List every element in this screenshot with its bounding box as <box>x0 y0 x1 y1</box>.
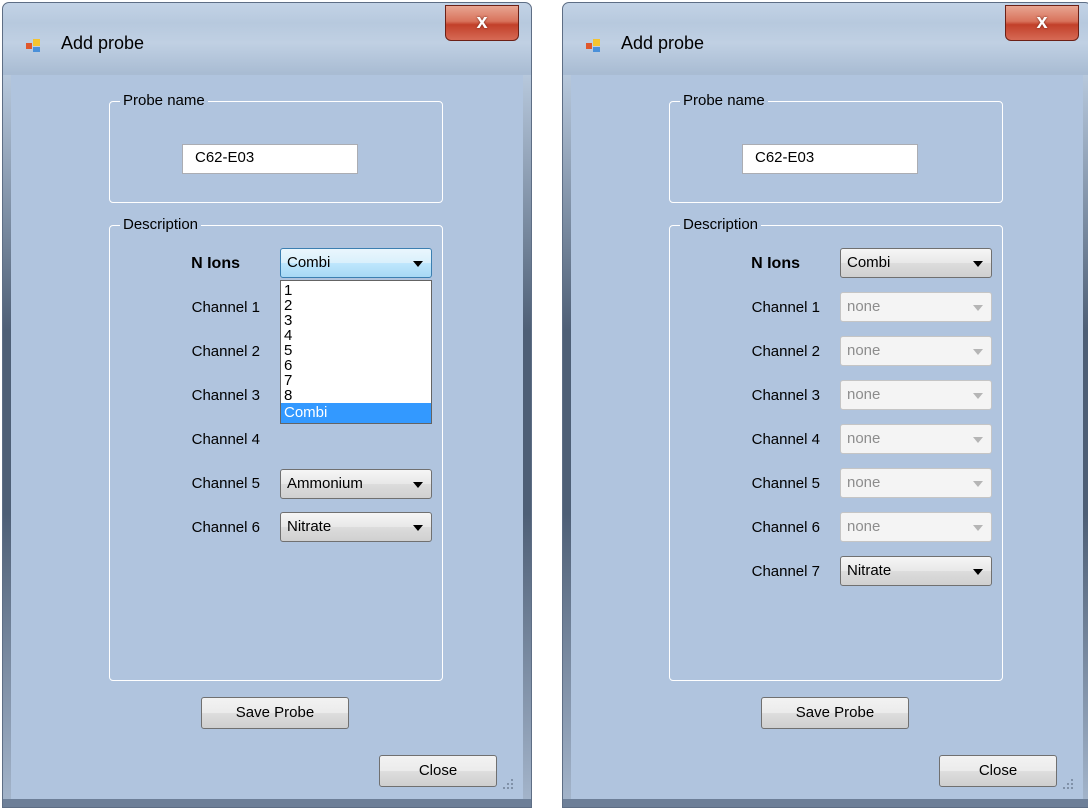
app-form-icon <box>26 39 40 52</box>
channel-4-value: none <box>847 430 881 447</box>
window-frame <box>3 75 11 807</box>
channel-1-value: none <box>847 298 881 315</box>
app-form-icon <box>586 39 600 52</box>
channel-5-label: Channel 5 <box>191 475 260 492</box>
window-frame <box>523 75 531 807</box>
save-probe-button[interactable]: Save Probe <box>201 697 349 729</box>
close-window-button[interactable]: x <box>1005 5 1079 41</box>
add-probe-window-left: Add probe x Probe name C62-E03 Descripti… <box>2 2 532 808</box>
channel-5-combo[interactable]: Ammonium <box>280 469 432 499</box>
probe-name-group-label: Probe name <box>120 92 208 110</box>
n-ions-combo[interactable]: Combi <box>840 248 992 278</box>
channel-2-combo: none <box>840 336 992 366</box>
chevron-down-icon[interactable] <box>413 261 423 267</box>
n-ions-combo[interactable]: Combi <box>280 248 432 278</box>
resize-grip-icon[interactable] <box>503 779 513 789</box>
channel-2-label: Channel 2 <box>191 343 260 360</box>
dialog-client-area: Probe name C62-E03 Description N Ions Co… <box>571 75 1083 799</box>
probe-name-group: Probe name C62-E03 <box>669 92 1003 203</box>
channel-6-combo: none <box>840 512 992 542</box>
chevron-down-icon[interactable] <box>973 569 983 575</box>
chevron-down-icon <box>973 305 983 311</box>
description-group: Description N Ions Combi Channel 1 Chann… <box>109 216 443 681</box>
probe-name-group: Probe name C62-E03 <box>109 92 443 203</box>
channel-5-label: Channel 5 <box>751 475 820 492</box>
channel-6-combo[interactable]: Nitrate <box>280 512 432 542</box>
dialog-client-area: Probe name C62-E03 Description N Ions Co… <box>11 75 523 799</box>
save-probe-button[interactable]: Save Probe <box>761 697 909 729</box>
dropdown-option[interactable]: 5 <box>281 343 431 358</box>
channel-5-value: Ammonium <box>287 475 363 492</box>
title-bar[interactable]: Add probe x <box>563 3 1088 75</box>
channel-3-label: Channel 3 <box>751 387 820 404</box>
channel-6-label: Channel 6 <box>191 519 260 536</box>
n-ions-value: Combi <box>287 254 331 271</box>
channel-1-label: Channel 1 <box>191 299 260 316</box>
chevron-down-icon <box>973 437 983 443</box>
dropdown-option[interactable]: 6 <box>281 358 431 373</box>
dropdown-option[interactable]: 8 <box>281 388 431 403</box>
channel-2-value: none <box>847 342 881 359</box>
chevron-down-icon <box>973 481 983 487</box>
n-ions-dropdown-list[interactable]: 1 2 3 4 5 6 7 8 Combi <box>280 280 432 424</box>
dropdown-option[interactable]: 4 <box>281 328 431 343</box>
chevron-down-icon[interactable] <box>413 482 423 488</box>
channel-4-label: Channel 4 <box>751 431 820 448</box>
window-frame <box>1083 75 1088 807</box>
channel-2-label: Channel 2 <box>751 343 820 360</box>
channel-3-combo: none <box>840 380 992 410</box>
window-frame <box>563 799 1088 807</box>
window-title: Add probe <box>621 33 705 53</box>
channel-4-combo: none <box>840 424 992 454</box>
add-probe-window-right: Add probe x Probe name C62-E03 Descripti… <box>562 2 1088 808</box>
n-ions-label: N Ions <box>751 255 800 272</box>
window-frame <box>3 799 531 807</box>
resize-grip-icon[interactable] <box>1063 779 1073 789</box>
probe-name-group-label: Probe name <box>680 92 768 110</box>
dropdown-option-selected[interactable]: Combi <box>281 403 431 423</box>
n-ions-value: Combi <box>847 254 891 271</box>
channel-7-value: Nitrate <box>847 562 892 579</box>
probe-name-input[interactable]: C62-E03 <box>742 144 918 174</box>
dropdown-option[interactable]: 1 <box>281 283 431 298</box>
channel-5-combo: none <box>840 468 992 498</box>
window-title: Add probe <box>61 33 145 53</box>
channel-6-value: Nitrate <box>287 518 332 535</box>
channel-4-label: Channel 4 <box>191 431 260 448</box>
description-group-label: Description <box>680 216 762 234</box>
channel-7-combo[interactable]: Nitrate <box>840 556 992 586</box>
chevron-down-icon <box>973 349 983 355</box>
description-group: Description N Ions Combi Channel 1 none … <box>669 216 1003 681</box>
chevron-down-icon[interactable] <box>413 525 423 531</box>
chevron-down-icon <box>973 525 983 531</box>
close-button[interactable]: Close <box>939 755 1057 787</box>
dropdown-option[interactable]: 7 <box>281 373 431 388</box>
channel-1-label: Channel 1 <box>751 299 820 316</box>
dropdown-option[interactable]: 2 <box>281 298 431 313</box>
channel-7-label: Channel 7 <box>751 563 820 580</box>
chevron-down-icon <box>973 393 983 399</box>
description-group-label: Description <box>120 216 202 234</box>
title-bar[interactable]: Add probe x <box>3 3 531 75</box>
close-window-button[interactable]: x <box>445 5 519 41</box>
channel-5-value: none <box>847 474 881 491</box>
dropdown-option[interactable]: 3 <box>281 313 431 328</box>
probe-name-input[interactable]: C62-E03 <box>182 144 358 174</box>
close-button[interactable]: Close <box>379 755 497 787</box>
window-frame <box>563 75 571 807</box>
channel-6-value: none <box>847 518 881 535</box>
channel-3-label: Channel 3 <box>191 387 260 404</box>
channel-3-value: none <box>847 386 881 403</box>
channel-1-combo: none <box>840 292 992 322</box>
n-ions-label: N Ions <box>191 255 240 272</box>
chevron-down-icon[interactable] <box>973 261 983 267</box>
channel-6-label: Channel 6 <box>751 519 820 536</box>
